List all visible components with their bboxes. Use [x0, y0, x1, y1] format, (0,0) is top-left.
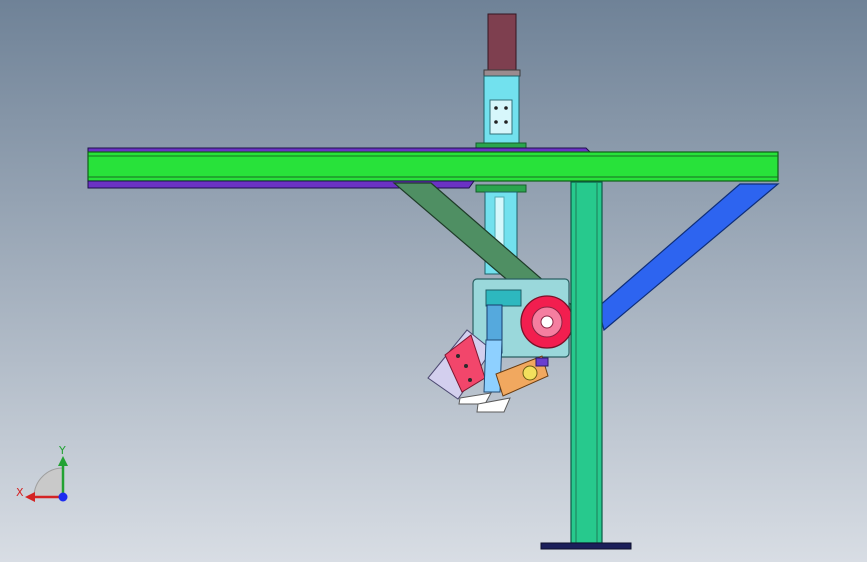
roller-wheel[interactable] — [522, 365, 538, 381]
triad-y-label: Y — [58, 444, 66, 457]
servo-motor[interactable] — [487, 13, 517, 75]
bolt-hole — [494, 120, 498, 124]
bolt-hole — [494, 106, 498, 110]
cad-assembly-scene[interactable]: X Y — [0, 0, 867, 562]
drive-wheel-hub — [540, 315, 554, 329]
slider-carriage — [489, 99, 513, 135]
bolt-hole — [504, 120, 508, 124]
gripper-mount-plate — [485, 289, 522, 307]
lower-mount-plate — [475, 184, 527, 193]
bolt-hole — [504, 106, 508, 110]
column-base-plate[interactable] — [540, 542, 632, 550]
triad-x-label: X — [16, 486, 24, 499]
cad-viewport[interactable]: X Y — [0, 0, 867, 562]
motor-flange — [483, 69, 521, 77]
sensor-block — [535, 357, 549, 367]
bolt-hole — [456, 354, 460, 358]
bolt-hole — [464, 364, 468, 368]
viewport-background — [0, 0, 867, 562]
beam-top-flange — [87, 147, 592, 153]
bolt-hole — [468, 378, 472, 382]
origin-point-icon — [58, 492, 68, 502]
